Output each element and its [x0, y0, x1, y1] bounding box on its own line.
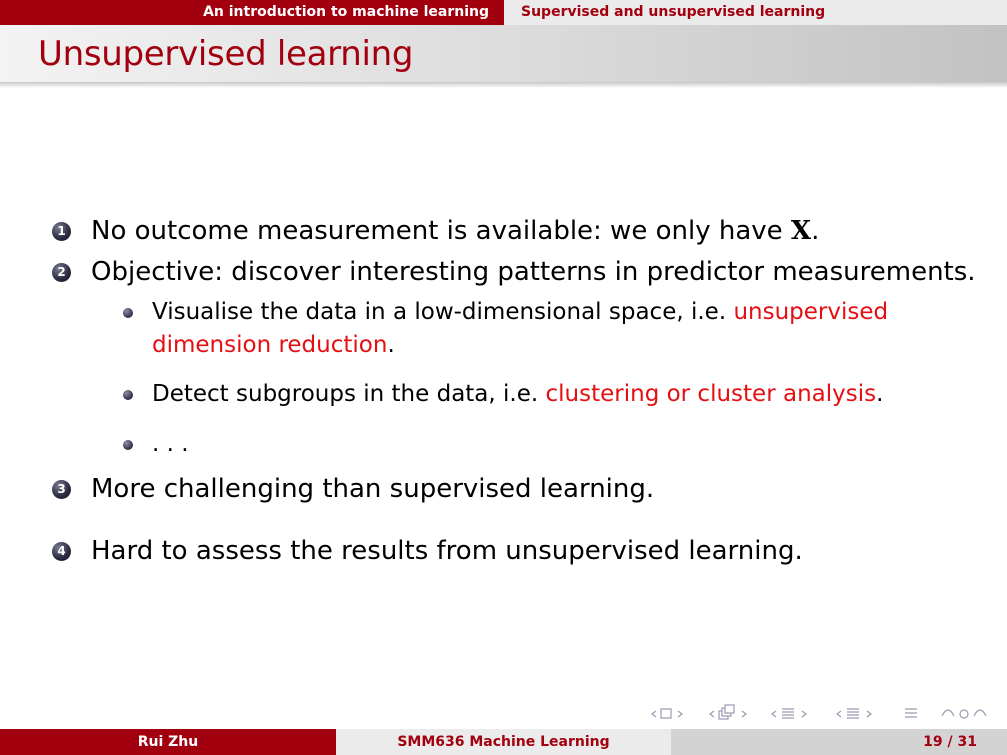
bullet-icon [123, 308, 133, 318]
item-text: Objective: discover interesting patterns… [91, 257, 976, 287]
subsection-nav-link[interactable]: Supervised and unsupervised learning [504, 0, 1007, 25]
item-number-badge: 2 [52, 263, 71, 282]
section-nav-link[interactable]: An introduction to machine learning [0, 0, 504, 25]
frame-nav-icon[interactable] [650, 704, 690, 724]
header-navigation-bar: An introduction to machine learning Supe… [0, 0, 1007, 25]
search-icon[interactable] [940, 704, 990, 724]
item-number-badge: 1 [52, 222, 71, 241]
highlight-text: clustering or cluster analysis [545, 381, 877, 407]
highlight-text: unsupervised [733, 299, 889, 325]
bullet-icon [123, 440, 133, 450]
footer-bar: Rui Zhu SMM636 Machine Learning 19 / 31 [0, 729, 1007, 755]
section-nav-icon[interactable] [770, 704, 820, 724]
subitem-line: . . . [152, 431, 189, 457]
subitem-line: Detect subgroups in the data, i.e. clust… [152, 378, 883, 410]
item-text-before: No outcome measurement is available: we … [91, 216, 791, 246]
item-text: Hard to assess the results from unsuperv… [91, 536, 803, 566]
subitem-plain-text: Visualise the data in a low-dimensional … [152, 299, 734, 325]
highlight-text: dimension reduction [152, 332, 388, 358]
footer-author: Rui Zhu [0, 729, 336, 755]
subitem-plain-text: . [876, 381, 884, 407]
subitem-visualise-continued: dimension reduction. [152, 329, 395, 361]
frame-title: Unsupervised learning [38, 34, 414, 74]
subitem-plain-text: Detect subgroups in the data, i.e. [152, 381, 546, 407]
subsection-nav-icon[interactable] [708, 704, 758, 724]
math-symbol-x: X [790, 216, 812, 246]
align-icon[interactable] [902, 704, 922, 724]
item-number-badge: 4 [52, 542, 71, 561]
title-band-shadow [0, 82, 1007, 88]
subitem-line-1: Visualise the data in a low-dimensional … [152, 296, 888, 328]
item-text-after: . [811, 216, 820, 246]
item-text: No outcome measurement is available: we … [91, 216, 819, 246]
item-text: More challenging than supervised learnin… [91, 474, 655, 504]
bullet-icon [123, 390, 133, 400]
outline-nav-icon[interactable] [835, 704, 885, 724]
footer-course-title: SMM636 Machine Learning [336, 729, 671, 755]
subitem-line-2: dimension reduction. [152, 332, 395, 358]
subitem-plain-text: . [387, 332, 395, 358]
item-number-badge: 3 [52, 480, 71, 499]
footer-page-number: 19 / 31 [671, 729, 1007, 755]
beamer-navigation-symbols [650, 704, 1000, 724]
